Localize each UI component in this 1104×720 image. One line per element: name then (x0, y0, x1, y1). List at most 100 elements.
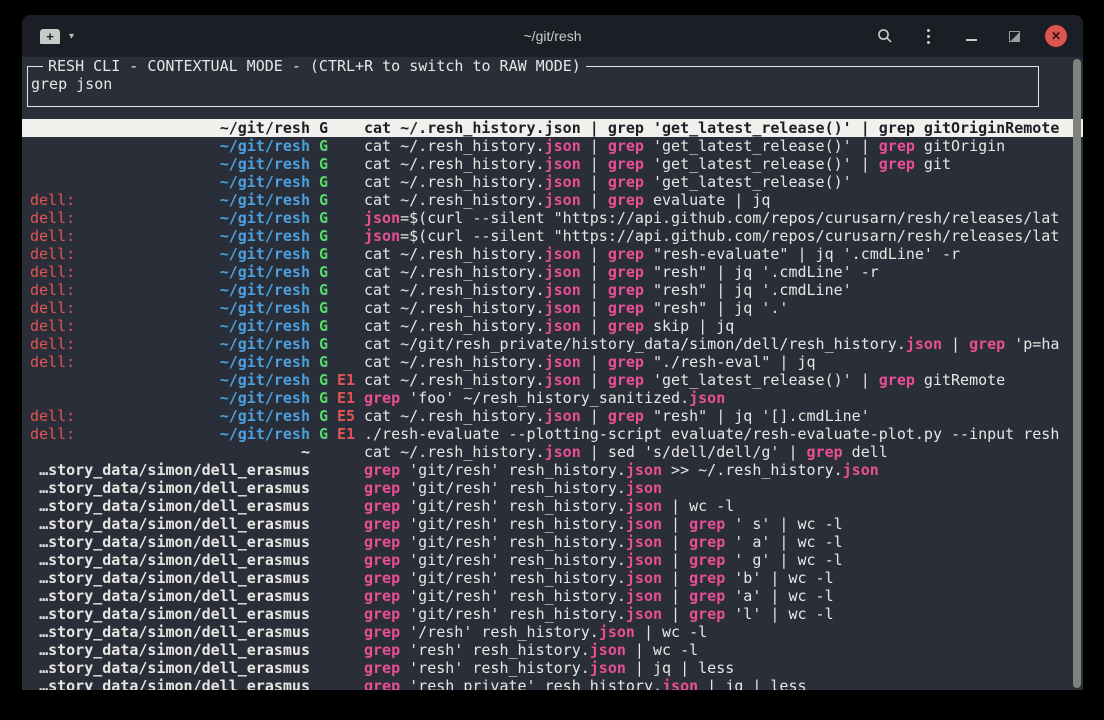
history-row[interactable]: …story_data/simon/dell_erasmusgrep 'git/… (22, 551, 1083, 569)
restore-button[interactable] (1002, 24, 1026, 48)
command-text: cat ~/.resh_history.json | grep 'get_lat… (364, 155, 1071, 173)
git-flag: G (319, 371, 328, 389)
directory-label: …story_data/simon/dell_erasmus (30, 497, 310, 515)
search-button[interactable] (873, 24, 897, 48)
kebab-menu-icon (927, 29, 930, 44)
directory-label: ~/git/resh (30, 119, 310, 137)
command-text: json=$(curl --silent "https://api.github… (364, 227, 1071, 245)
history-row[interactable]: dell:~/git/reshGcat ~/.resh_history.json… (22, 191, 1083, 209)
command-text: cat ~/.resh_history.json | grep "resh" |… (364, 407, 1071, 425)
history-row[interactable]: dell:~/git/reshGcat ~/.resh_history.json… (22, 299, 1083, 317)
command-text: cat ~/.resh_history.json | grep 'get_lat… (364, 119, 1071, 137)
history-list: ~/git/resh Gcat ~/.resh_history.json | gr… (22, 119, 1083, 690)
directory-label: ~/git/resh (30, 209, 310, 227)
history-row[interactable]: dell:~/git/reshGcat ~/.resh_history.json… (22, 263, 1083, 281)
git-flag: G (319, 425, 328, 443)
command-text: cat ~/.resh_history.json | grep 'get_lat… (364, 371, 1071, 389)
history-row[interactable]: …story_data/simon/dell_erasmusgrep 'git/… (22, 569, 1083, 587)
search-query-input[interactable]: grep json (31, 75, 1038, 93)
directory-label: ~/git/resh (30, 407, 310, 425)
history-row[interactable]: …story_data/simon/dell_erasmusgrep 'resh… (22, 677, 1083, 690)
directory-label: ~/git/resh (30, 425, 310, 443)
git-flag: G (319, 281, 328, 299)
command-text: cat ~/.resh_history.json | grep evaluate… (364, 191, 1071, 209)
directory-label: …story_data/simon/dell_erasmus (30, 533, 310, 551)
command-text: cat ~/.resh_history.json | grep "resh" |… (364, 281, 1071, 299)
directory-label: ~/git/resh (30, 245, 310, 263)
directory-label: ~/git/resh (30, 173, 310, 191)
history-row[interactable]: …story_data/simon/dell_erasmusgrep 'git/… (22, 515, 1083, 533)
history-row[interactable]: ~/git/reshGcat ~/.resh_history.json | gr… (22, 137, 1083, 155)
command-text: grep 'git/resh' resh_history.json (364, 479, 1071, 497)
git-flag: G (319, 209, 328, 227)
command-text: cat ~/.resh_history.json | grep "./resh-… (364, 353, 1071, 371)
git-flag: G (319, 335, 328, 353)
terminal-window: + ▾ ~/git/resh ✕ (22, 15, 1083, 690)
exit-status-flag: E1 (337, 389, 355, 407)
exit-status-flag: E1 (337, 425, 355, 443)
command-text: grep 'foo' ~/resh_history_sanitized.json (364, 389, 1071, 407)
history-row[interactable]: dell:~/git/reshGE5cat ~/.resh_history.js… (22, 407, 1083, 425)
minimize-button[interactable] (959, 24, 983, 48)
history-row[interactable]: dell:~/git/reshGcat ~/git/resh_private/h… (22, 335, 1083, 353)
history-row[interactable]: …story_data/simon/dell_erasmusgrep '/res… (22, 623, 1083, 641)
directory-label: …story_data/simon/dell_erasmus (30, 461, 310, 479)
history-row[interactable]: dell:~/git/reshGcat ~/.resh_history.json… (22, 353, 1083, 371)
menu-button[interactable] (916, 24, 940, 48)
history-row[interactable]: …story_data/simon/dell_erasmus grep 'git/… (22, 533, 1083, 551)
command-text: cat ~/.resh_history.json | sed 's/dell/d… (364, 443, 1071, 461)
directory-label: ~ (30, 443, 310, 461)
terminal-content: RESH CLI - CONTEXTUAL MODE - (CTRL+R to … (22, 57, 1083, 690)
chevron-down-icon[interactable]: ▾ (69, 31, 74, 42)
git-flag: G (319, 227, 328, 245)
history-row[interactable]: dell:~/git/reshGjson=$(curl --silent "ht… (22, 227, 1083, 245)
minimize-icon (966, 39, 977, 41)
directory-label: ~/git/resh (30, 263, 310, 281)
command-text: grep 'git/resh' resh_history.json >> ~/.… (364, 461, 1071, 479)
history-row[interactable]: ~/git/reshGcat ~/.resh_history.json | gr… (22, 173, 1083, 191)
directory-label: …story_data/simon/dell_erasmus (30, 677, 310, 690)
command-text: cat ~/.resh_history.json | grep skip | j… (364, 317, 1071, 335)
history-row[interactable]: …story_data/simon/dell_erasmusgrep 'resh… (22, 659, 1083, 677)
directory-label: ~/git/resh (30, 191, 310, 209)
directory-label: …story_data/simon/dell_erasmus (30, 641, 310, 659)
scrollbar[interactable] (1073, 59, 1081, 688)
history-row[interactable]: …story_data/simon/dell_erasmusgrep 'git/… (22, 497, 1083, 515)
directory-label: ~/git/resh (30, 299, 310, 317)
mode-title: RESH CLI - CONTEXTUAL MODE - (CTRL+R to … (43, 57, 586, 75)
history-row[interactable]: dell:~/git/reshGcat ~/.resh_history.json… (22, 245, 1083, 263)
command-text: grep 'git/resh' resh_history.json | grep… (364, 605, 1071, 623)
history-row[interactable]: ~/git/reshGE1grep 'foo' ~/resh_history_s… (22, 389, 1083, 407)
history-row[interactable]: dell:~/git/reshGcat ~/.resh_history.json… (22, 317, 1083, 335)
command-text: json=$(curl --silent "https://api.github… (364, 209, 1071, 227)
history-row[interactable]: ~/git/reshGcat ~/.resh_history.json | gr… (22, 155, 1083, 173)
history-row[interactable]: …story_data/simon/dell_erasmus grep 'git/… (22, 605, 1083, 623)
command-text: ./resh-evaluate --plotting-script evalua… (364, 425, 1071, 443)
history-row[interactable]: ~ cat ~/.resh_history.json | sed 's/dell/… (22, 443, 1083, 461)
history-row[interactable]: …story_data/simon/dell_erasmusgrep 'git/… (22, 587, 1083, 605)
git-flag: G (319, 191, 328, 209)
command-text: grep 'git/resh' resh_history.json | grep… (364, 515, 1071, 533)
history-row[interactable]: dell:~/git/reshGcat ~/.resh_history.json… (22, 281, 1083, 299)
history-row[interactable]: …story_data/simon/dell_erasmus grep 'git/… (22, 461, 1083, 479)
close-button[interactable]: ✕ (1045, 25, 1067, 47)
command-text: grep 'git/resh' resh_history.json | grep… (364, 533, 1071, 551)
command-text: grep 'resh' resh_history.json | wc -l (364, 641, 1071, 659)
exit-status-flag: E1 (337, 371, 355, 389)
history-row[interactable]: ~/git/resh Gcat ~/.resh_history.json | gr… (22, 119, 1083, 137)
command-text: cat ~/.resh_history.json | grep "resh" |… (364, 299, 1071, 317)
directory-label: ~/git/resh (30, 389, 310, 407)
history-row[interactable]: …story_data/simon/dell_erasmus grep 'resh… (22, 641, 1083, 659)
git-flag: G (319, 263, 328, 281)
directory-label: …story_data/simon/dell_erasmus (30, 605, 310, 623)
git-flag: G (319, 119, 328, 137)
history-row[interactable]: …story_data/simon/dell_erasmusgrep 'git/… (22, 479, 1083, 497)
directory-label: …story_data/simon/dell_erasmus (30, 659, 310, 677)
restore-icon (1009, 31, 1020, 42)
search-box: RESH CLI - CONTEXTUAL MODE - (CTRL+R to … (27, 66, 1039, 107)
new-tab-button[interactable]: + ▾ (40, 29, 74, 44)
history-row[interactable]: dell:~/git/reshGE1./resh-evaluate --plot… (22, 425, 1083, 443)
history-row[interactable]: ~/git/reshGE1cat ~/.resh_history.json | … (22, 371, 1083, 389)
directory-label: ~/git/resh (30, 227, 310, 245)
history-row[interactable]: dell:~/git/reshGjson=$(curl --silent "ht… (22, 209, 1083, 227)
